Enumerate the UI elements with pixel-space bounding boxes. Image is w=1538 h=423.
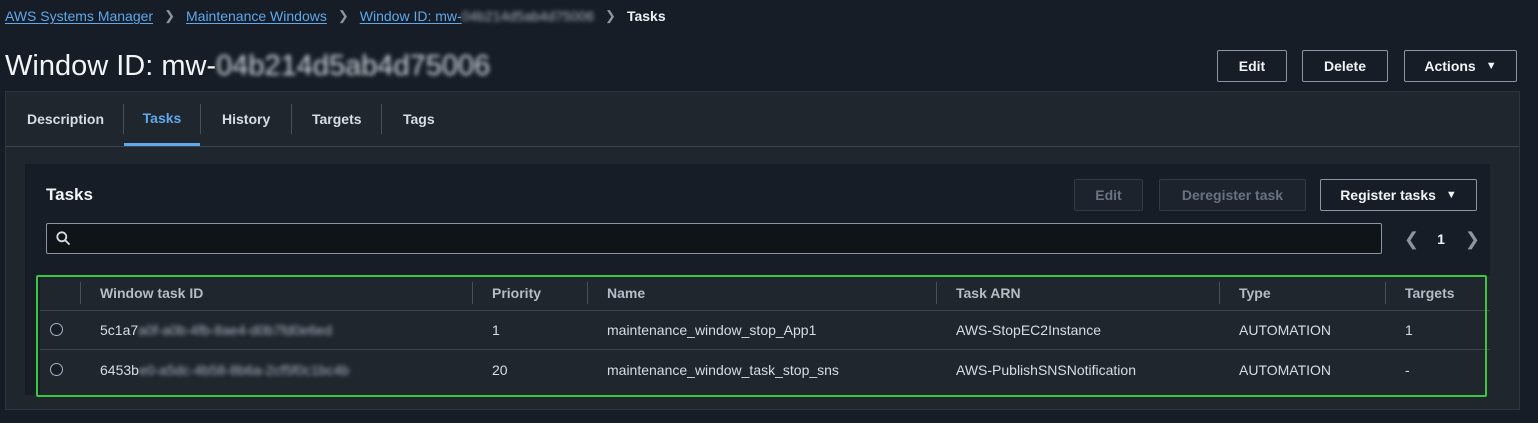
redacted-task-id: e0-a5dc-4b58-8b6a-2cf5f0c1bc4b xyxy=(138,362,350,378)
search-input[interactable] xyxy=(79,227,1373,251)
task-id-prefix: 6453b xyxy=(100,362,139,378)
chevron-right-icon: ❯ xyxy=(337,8,349,23)
column-header-priority[interactable]: Priority xyxy=(492,276,541,310)
window-detail-panel: Description Tasks History Targets Tags T… xyxy=(5,91,1520,410)
redacted-task-id: a0f-a0b-4fb-8ae4-d0b7fd0e6ed xyxy=(138,322,332,338)
caret-down-icon: ▼ xyxy=(1485,60,1497,72)
tab-label: History xyxy=(222,111,271,127)
breadcrumb-systems-manager[interactable]: AWS Systems Manager xyxy=(5,8,153,24)
column-header-targets[interactable]: Targets xyxy=(1405,276,1455,310)
column-divider xyxy=(472,282,473,304)
tab-tags[interactable]: Tags xyxy=(403,92,435,146)
breadcrumb: AWS Systems Manager ❯ Maintenance Window… xyxy=(5,7,666,25)
tab-divider xyxy=(200,104,201,134)
pagination: ❮ 1 ❯ xyxy=(1404,225,1480,253)
edit-task-label: Edit xyxy=(1095,187,1122,203)
page-number[interactable]: 1 xyxy=(1437,231,1445,247)
column-divider xyxy=(80,282,81,304)
chevron-right-icon: ❯ xyxy=(605,8,616,23)
row-select-radio[interactable] xyxy=(50,323,63,336)
column-divider xyxy=(1219,282,1220,304)
cell-name: maintenance_window_stop_App1 xyxy=(607,322,817,338)
chevron-right-icon[interactable]: ❯ xyxy=(1465,229,1480,250)
table-header: Window task ID Priority Name Task ARN Ty… xyxy=(40,276,1490,311)
delete-window-button[interactable]: Delete xyxy=(1302,50,1388,82)
redacted-window-id: 04b214d5ab4d75006 xyxy=(216,50,491,82)
breadcrumb-window-prefix: Window ID: mw- xyxy=(359,8,462,24)
tab-history[interactable]: History xyxy=(222,92,270,146)
column-header-window-task-id[interactable]: Window task ID xyxy=(100,276,203,310)
column-header-type[interactable]: Type xyxy=(1239,276,1271,310)
cell-task-arn: AWS-PublishSNSNotification xyxy=(956,362,1136,378)
cell-window-task-id: 5c1a7 a0f-a0b-4fb-8ae4-d0b7fd0e6ed xyxy=(100,310,332,350)
cell-name: maintenance_window_task_stop_sns xyxy=(607,362,839,378)
cell-type: AUTOMATION xyxy=(1239,322,1332,338)
chevron-right-icon: ❯ xyxy=(164,8,175,23)
cell-priority: 20 xyxy=(492,362,508,378)
edit-task-button[interactable]: Edit xyxy=(1074,179,1143,211)
cell-targets: 1 xyxy=(1405,322,1413,338)
cell-priority: 1 xyxy=(492,322,500,338)
register-tasks-button[interactable]: Register tasks ▼ xyxy=(1320,179,1477,211)
caret-down-icon: ▼ xyxy=(1445,189,1457,201)
cell-targets: - xyxy=(1405,362,1410,378)
register-tasks-label: Register tasks xyxy=(1340,187,1436,203)
tab-divider xyxy=(291,104,292,134)
tab-divider xyxy=(381,104,382,134)
column-divider xyxy=(1385,282,1386,304)
cell-task-arn: AWS-StopEC2Instance xyxy=(956,322,1101,338)
cell-window-task-id: 6453b e0-a5dc-4b58-8b6a-2cf5f0c1bc4b xyxy=(100,350,349,390)
tab-description[interactable]: Description xyxy=(27,92,104,146)
row-select-radio[interactable] xyxy=(50,363,63,376)
tab-label: Tasks xyxy=(142,109,182,126)
page-title-prefix: Window ID: mw- xyxy=(5,50,217,82)
chevron-left-icon[interactable]: ❮ xyxy=(1404,229,1419,250)
tab-tasks[interactable]: Tasks xyxy=(124,92,200,146)
delete-window-label: Delete xyxy=(1323,58,1367,74)
breadcrumb-current: Tasks xyxy=(626,8,666,24)
breadcrumb-maintenance-windows[interactable]: Maintenance Windows xyxy=(186,8,327,24)
search-icon xyxy=(56,231,70,245)
redacted-window-id: 04b214d5ab4d75006 xyxy=(461,8,595,24)
tab-label: Tags xyxy=(403,111,435,127)
column-header-task-arn[interactable]: Task ARN xyxy=(956,276,1021,310)
table-row[interactable]: 6453b e0-a5dc-4b58-8b6a-2cf5f0c1bc4b 20 m… xyxy=(40,350,1490,390)
tab-targets[interactable]: Targets xyxy=(312,92,362,146)
edit-window-button[interactable]: Edit xyxy=(1217,50,1287,82)
tasks-container: Tasks Edit Deregister task Register task… xyxy=(25,164,1490,395)
deregister-task-button[interactable]: Deregister task xyxy=(1159,179,1306,211)
tab-label: Targets xyxy=(312,111,362,127)
tasks-table: Window task ID Priority Name Task ARN Ty… xyxy=(40,276,1490,395)
tasks-title: Tasks xyxy=(46,185,93,204)
page-title: Window ID: mw-04b214d5ab4d75006 xyxy=(5,50,490,83)
column-header-name[interactable]: Name xyxy=(607,276,645,310)
task-id-prefix: 5c1a7 xyxy=(100,322,139,338)
column-divider xyxy=(587,282,588,304)
tab-label: Description xyxy=(27,111,105,127)
actions-label: Actions xyxy=(1424,58,1476,74)
actions-dropdown-button[interactable]: Actions ▼ xyxy=(1404,50,1517,82)
cell-type: AUTOMATION xyxy=(1239,362,1332,378)
breadcrumb-window-id[interactable]: Window ID: mw-04b214d5ab4d75006 xyxy=(360,8,594,24)
edit-window-label: Edit xyxy=(1238,58,1266,74)
deregister-task-label: Deregister task xyxy=(1181,187,1284,203)
column-divider xyxy=(936,282,937,304)
search-field[interactable] xyxy=(46,223,1382,254)
table-row[interactable]: 5c1a7 a0f-a0b-4fb-8ae4-d0b7fd0e6ed 1 main… xyxy=(40,310,1490,350)
tab-bar: Description Tasks History Targets Tags xyxy=(6,92,1519,147)
